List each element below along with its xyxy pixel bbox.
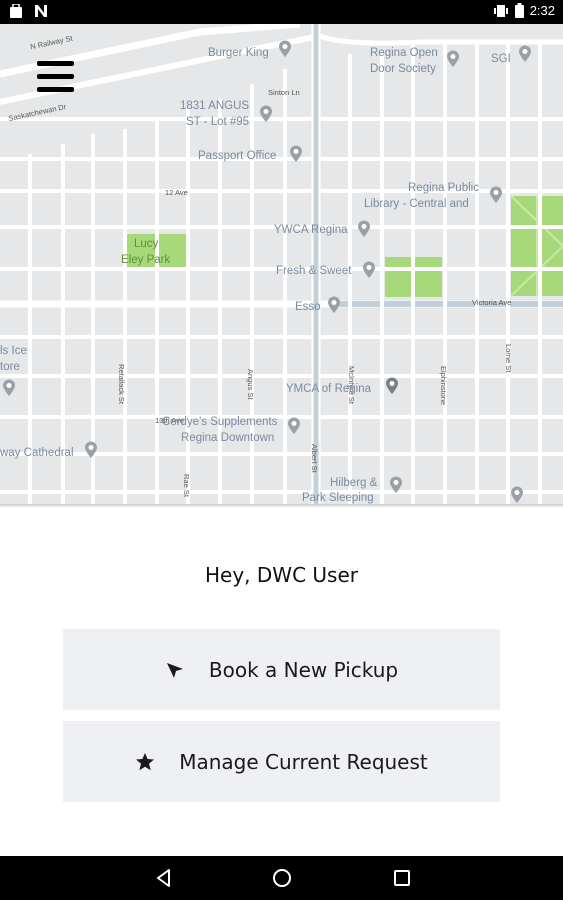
map-label-angus-2: ST - Lot #95 bbox=[186, 116, 250, 128]
government-pin-icon[interactable] bbox=[289, 145, 303, 163]
map-label-ice-1: ls Ice bbox=[0, 345, 27, 357]
place-pin-icon[interactable] bbox=[2, 379, 16, 397]
status-time: 2:32 bbox=[529, 3, 555, 18]
status-right-icons: 2:32 bbox=[493, 3, 555, 18]
map-label-hilberg-1: Hilberg & bbox=[330, 477, 378, 489]
map-label-regina-open-1: Regina Open bbox=[370, 47, 438, 59]
map-view[interactable]: N Railway St Burger King Regina Open Doo… bbox=[0, 24, 563, 506]
vibrate-icon bbox=[493, 4, 508, 17]
grocery-pin-icon[interactable] bbox=[362, 261, 376, 279]
home-icon[interactable] bbox=[270, 867, 294, 889]
map-label-regina-open-2: Door Society bbox=[370, 63, 436, 75]
map-label-fresh-sweet: Fresh & Sweet bbox=[276, 265, 352, 277]
hamburger-bar bbox=[37, 87, 74, 92]
send-arrow-icon bbox=[165, 660, 185, 680]
book-new-pickup-label: Book a New Pickup bbox=[208, 657, 399, 682]
shopping-pin-icon[interactable] bbox=[389, 476, 403, 494]
map-label-burger-king: Burger King bbox=[208, 47, 269, 59]
place-pin-icon[interactable] bbox=[446, 50, 460, 68]
map-label-esso: Esso bbox=[295, 301, 321, 313]
place-pin-icon[interactable] bbox=[518, 45, 532, 63]
hamburger-bar bbox=[37, 74, 74, 79]
status-left-icons bbox=[10, 4, 48, 18]
gas-station-pin-icon[interactable] bbox=[327, 296, 341, 314]
library-pin-icon[interactable] bbox=[489, 186, 503, 204]
map-label-hilberg-2: Park Sleeping bbox=[302, 492, 374, 504]
map-label-lucy-2: Eley Park bbox=[121, 254, 171, 266]
place-pin-icon[interactable] bbox=[510, 486, 524, 504]
map-label-12-ave: 12 Ave bbox=[165, 188, 188, 197]
briefcase-icon bbox=[10, 4, 22, 18]
map-label-sinton-ln: Sinton Ln bbox=[268, 88, 300, 97]
map-label-elphinstone: Elphinstone bbox=[439, 366, 448, 406]
n-notification-icon bbox=[35, 5, 47, 17]
map-label-ywca-regina: YWCA Regina bbox=[274, 224, 348, 236]
parking-pin-icon[interactable] bbox=[259, 105, 273, 123]
manage-current-request-label: Manage Current Request bbox=[179, 749, 428, 774]
map-label-cordyes-1: Cordye's Supplements bbox=[162, 416, 278, 428]
map-label-victoria-ave: Victoria Ave bbox=[472, 298, 512, 307]
greeting-text: Hey, DWC User bbox=[205, 563, 358, 587]
map-label-library-1: Regina Public bbox=[408, 182, 479, 194]
map-label-ice-2: tore bbox=[0, 361, 20, 373]
manage-current-request-button[interactable]: Manage Current Request bbox=[63, 721, 500, 802]
map-label-rae: Rae St bbox=[182, 474, 191, 497]
map-label-lucy-1: Lucy bbox=[134, 238, 159, 250]
map-label-library-2: Library - Central and bbox=[364, 198, 469, 210]
map-label-retallack: Retallack St bbox=[117, 364, 126, 405]
restaurant-pin-icon[interactable] bbox=[278, 40, 292, 58]
back-icon[interactable] bbox=[152, 867, 176, 889]
recents-icon[interactable] bbox=[390, 867, 414, 889]
system-navigation-bar bbox=[0, 856, 563, 900]
map-label-passport-office: Passport Office bbox=[198, 150, 277, 162]
hamburger-bar bbox=[37, 61, 74, 66]
book-new-pickup-button[interactable]: Book a New Pickup bbox=[63, 629, 500, 710]
map-divider bbox=[0, 504, 563, 508]
status-bar: 2:32 bbox=[0, 0, 563, 24]
hamburger-menu-icon[interactable] bbox=[37, 61, 74, 93]
map-label-cathedral: way Cathedral bbox=[0, 447, 74, 459]
map-label-angus-1: 1831 ANGUS bbox=[180, 100, 250, 112]
place-pin-icon[interactable] bbox=[385, 377, 399, 395]
shopping-pin-icon[interactable] bbox=[287, 417, 301, 435]
church-pin-icon[interactable] bbox=[84, 441, 98, 459]
map-label-albert: Albert St bbox=[310, 444, 319, 473]
star-icon bbox=[135, 752, 155, 772]
map-label-cordyes-2: Regina Downtown bbox=[181, 432, 275, 444]
map-label-angus-st: Angus St bbox=[246, 369, 255, 400]
map-label-ymca-of-regina: YMCA of Regina bbox=[286, 383, 372, 395]
battery-icon bbox=[514, 3, 524, 18]
map-label-sgi: SGI bbox=[491, 53, 511, 65]
map-label-lorne: Lorne St bbox=[504, 344, 513, 373]
place-pin-icon[interactable] bbox=[357, 220, 371, 238]
